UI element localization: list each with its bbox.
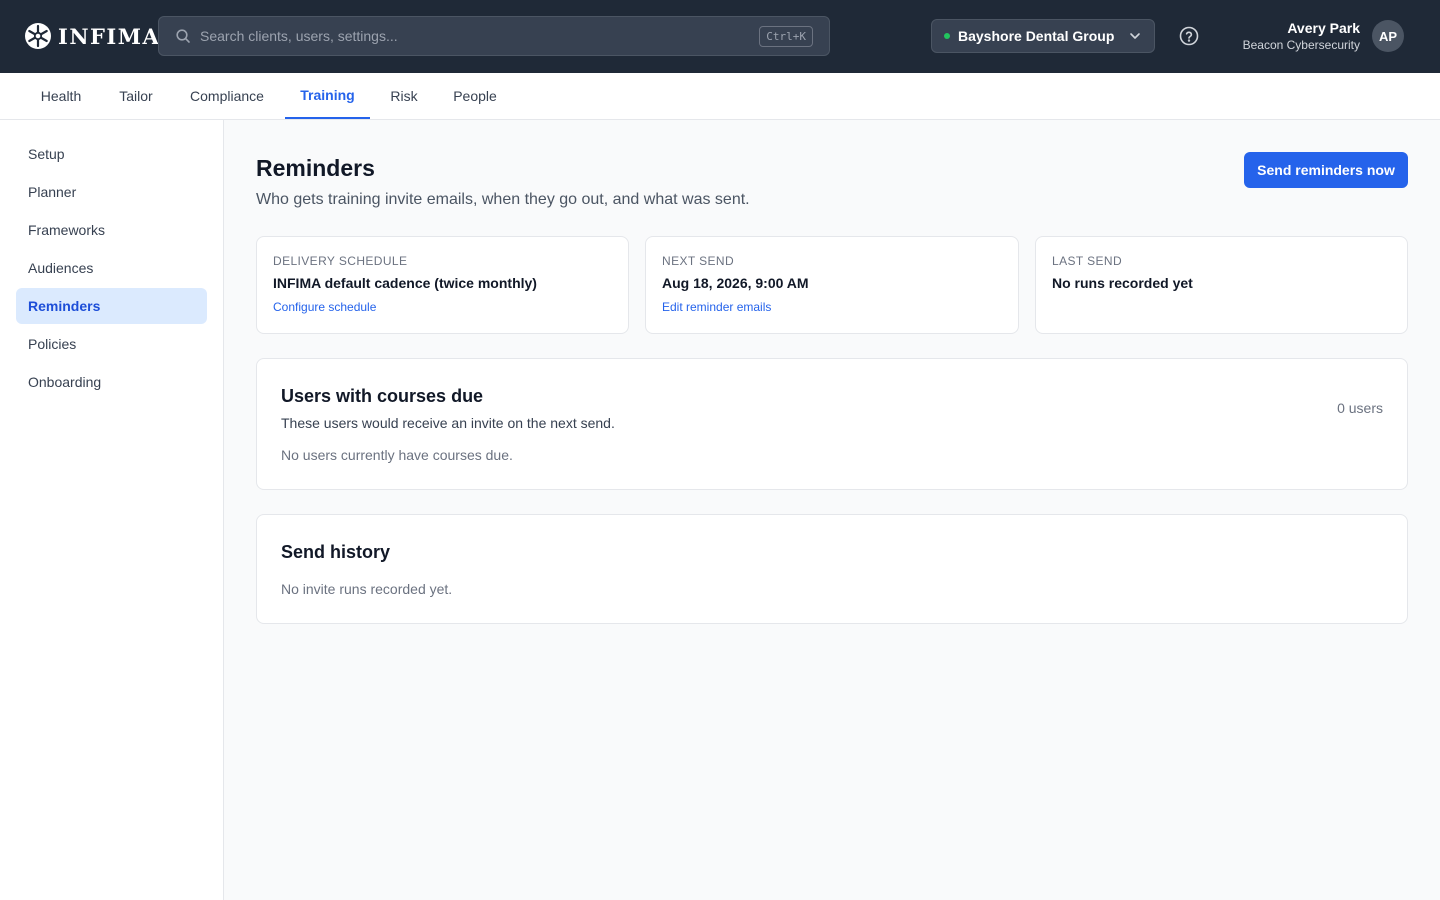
chevron-down-icon [1130, 33, 1140, 39]
user-org: Beacon Cybersecurity [1242, 38, 1360, 52]
help-icon[interactable] [1178, 25, 1200, 47]
stat-card-delivery-schedule: Delivery schedule INFIMA default cadence… [256, 236, 629, 334]
edit-reminder-emails-link[interactable]: Edit reminder emails [662, 300, 771, 314]
stat-card-next-send: Next send Aug 18, 2026, 9:00 AM Edit rem… [645, 236, 1019, 334]
empty-state-text: No users currently have courses due. [281, 447, 513, 463]
search-icon [176, 29, 190, 43]
configure-schedule-link[interactable]: Configure schedule [273, 300, 376, 314]
search-input[interactable] [200, 28, 760, 44]
send-reminders-now-button[interactable]: Send reminders now [1244, 152, 1408, 188]
sidebar-item-reminders[interactable]: Reminders [16, 288, 207, 324]
logo-text: INFIMA [58, 23, 161, 49]
top-bar: INFIMA Ctrl+K Bayshore Dental Group Aver… [0, 0, 1440, 73]
stat-card-last-send: Last send No runs recorded yet [1035, 236, 1408, 334]
section-title: Users with courses due [281, 386, 484, 406]
snowflake-logo-icon [25, 23, 51, 49]
client-selector[interactable]: Bayshore Dental Group [931, 19, 1155, 53]
logo[interactable]: INFIMA [24, 22, 160, 50]
sidebar-item-planner[interactable]: Planner [16, 174, 207, 210]
sidebar-item-frameworks[interactable]: Frameworks [16, 212, 207, 248]
tab-people[interactable]: People [437, 73, 513, 119]
tab-risk[interactable]: Risk [374, 73, 434, 119]
sidebar-item-onboarding[interactable]: Onboarding [16, 364, 207, 400]
search-shortcut-hint: Ctrl+K [759, 25, 813, 47]
send-history-panel: Send history No invite runs recorded yet… [256, 514, 1408, 624]
avatar[interactable]: AP [1372, 20, 1404, 52]
stat-value: INFIMA default cadence (twice monthly) [273, 275, 537, 291]
tab-tailor[interactable]: Tailor [102, 73, 170, 119]
stat-label: Next send [662, 254, 735, 268]
users-due-panel: Users with courses due These users would… [256, 358, 1408, 490]
sidebar: Setup Planner Frameworks Audiences Remin… [0, 120, 224, 900]
page-title: Reminders [256, 155, 375, 181]
stat-value: Aug 18, 2026, 9:00 AM [662, 275, 809, 291]
users-count: 0 users [1337, 400, 1383, 416]
page-subtitle: Who gets training invite emails, when th… [256, 191, 750, 208]
section-title: Send history [281, 542, 391, 562]
tab-compliance[interactable]: Compliance [173, 73, 281, 119]
main-tabs: Health Tailor Compliance Training Risk P… [0, 73, 1440, 120]
sidebar-item-policies[interactable]: Policies [16, 326, 207, 362]
user-name: Avery Park [1287, 20, 1360, 36]
sidebar-item-setup[interactable]: Setup [16, 136, 207, 172]
tab-health[interactable]: Health [24, 73, 98, 119]
section-subtitle: These users would receive an invite on t… [281, 415, 615, 431]
client-status-dot [944, 33, 950, 39]
global-search[interactable]: Ctrl+K [158, 16, 830, 56]
stat-label: Last send [1052, 254, 1123, 268]
sidebar-item-audiences[interactable]: Audiences [16, 250, 207, 286]
client-name: Bayshore Dental Group [958, 28, 1115, 44]
stat-value: No runs recorded yet [1052, 275, 1193, 291]
user-menu[interactable]: Avery Park Beacon Cybersecurity [1243, 19, 1360, 53]
stat-label: Delivery schedule [273, 254, 408, 268]
empty-state-text: No invite runs recorded yet. [281, 581, 453, 597]
tab-training[interactable]: Training [285, 73, 370, 119]
